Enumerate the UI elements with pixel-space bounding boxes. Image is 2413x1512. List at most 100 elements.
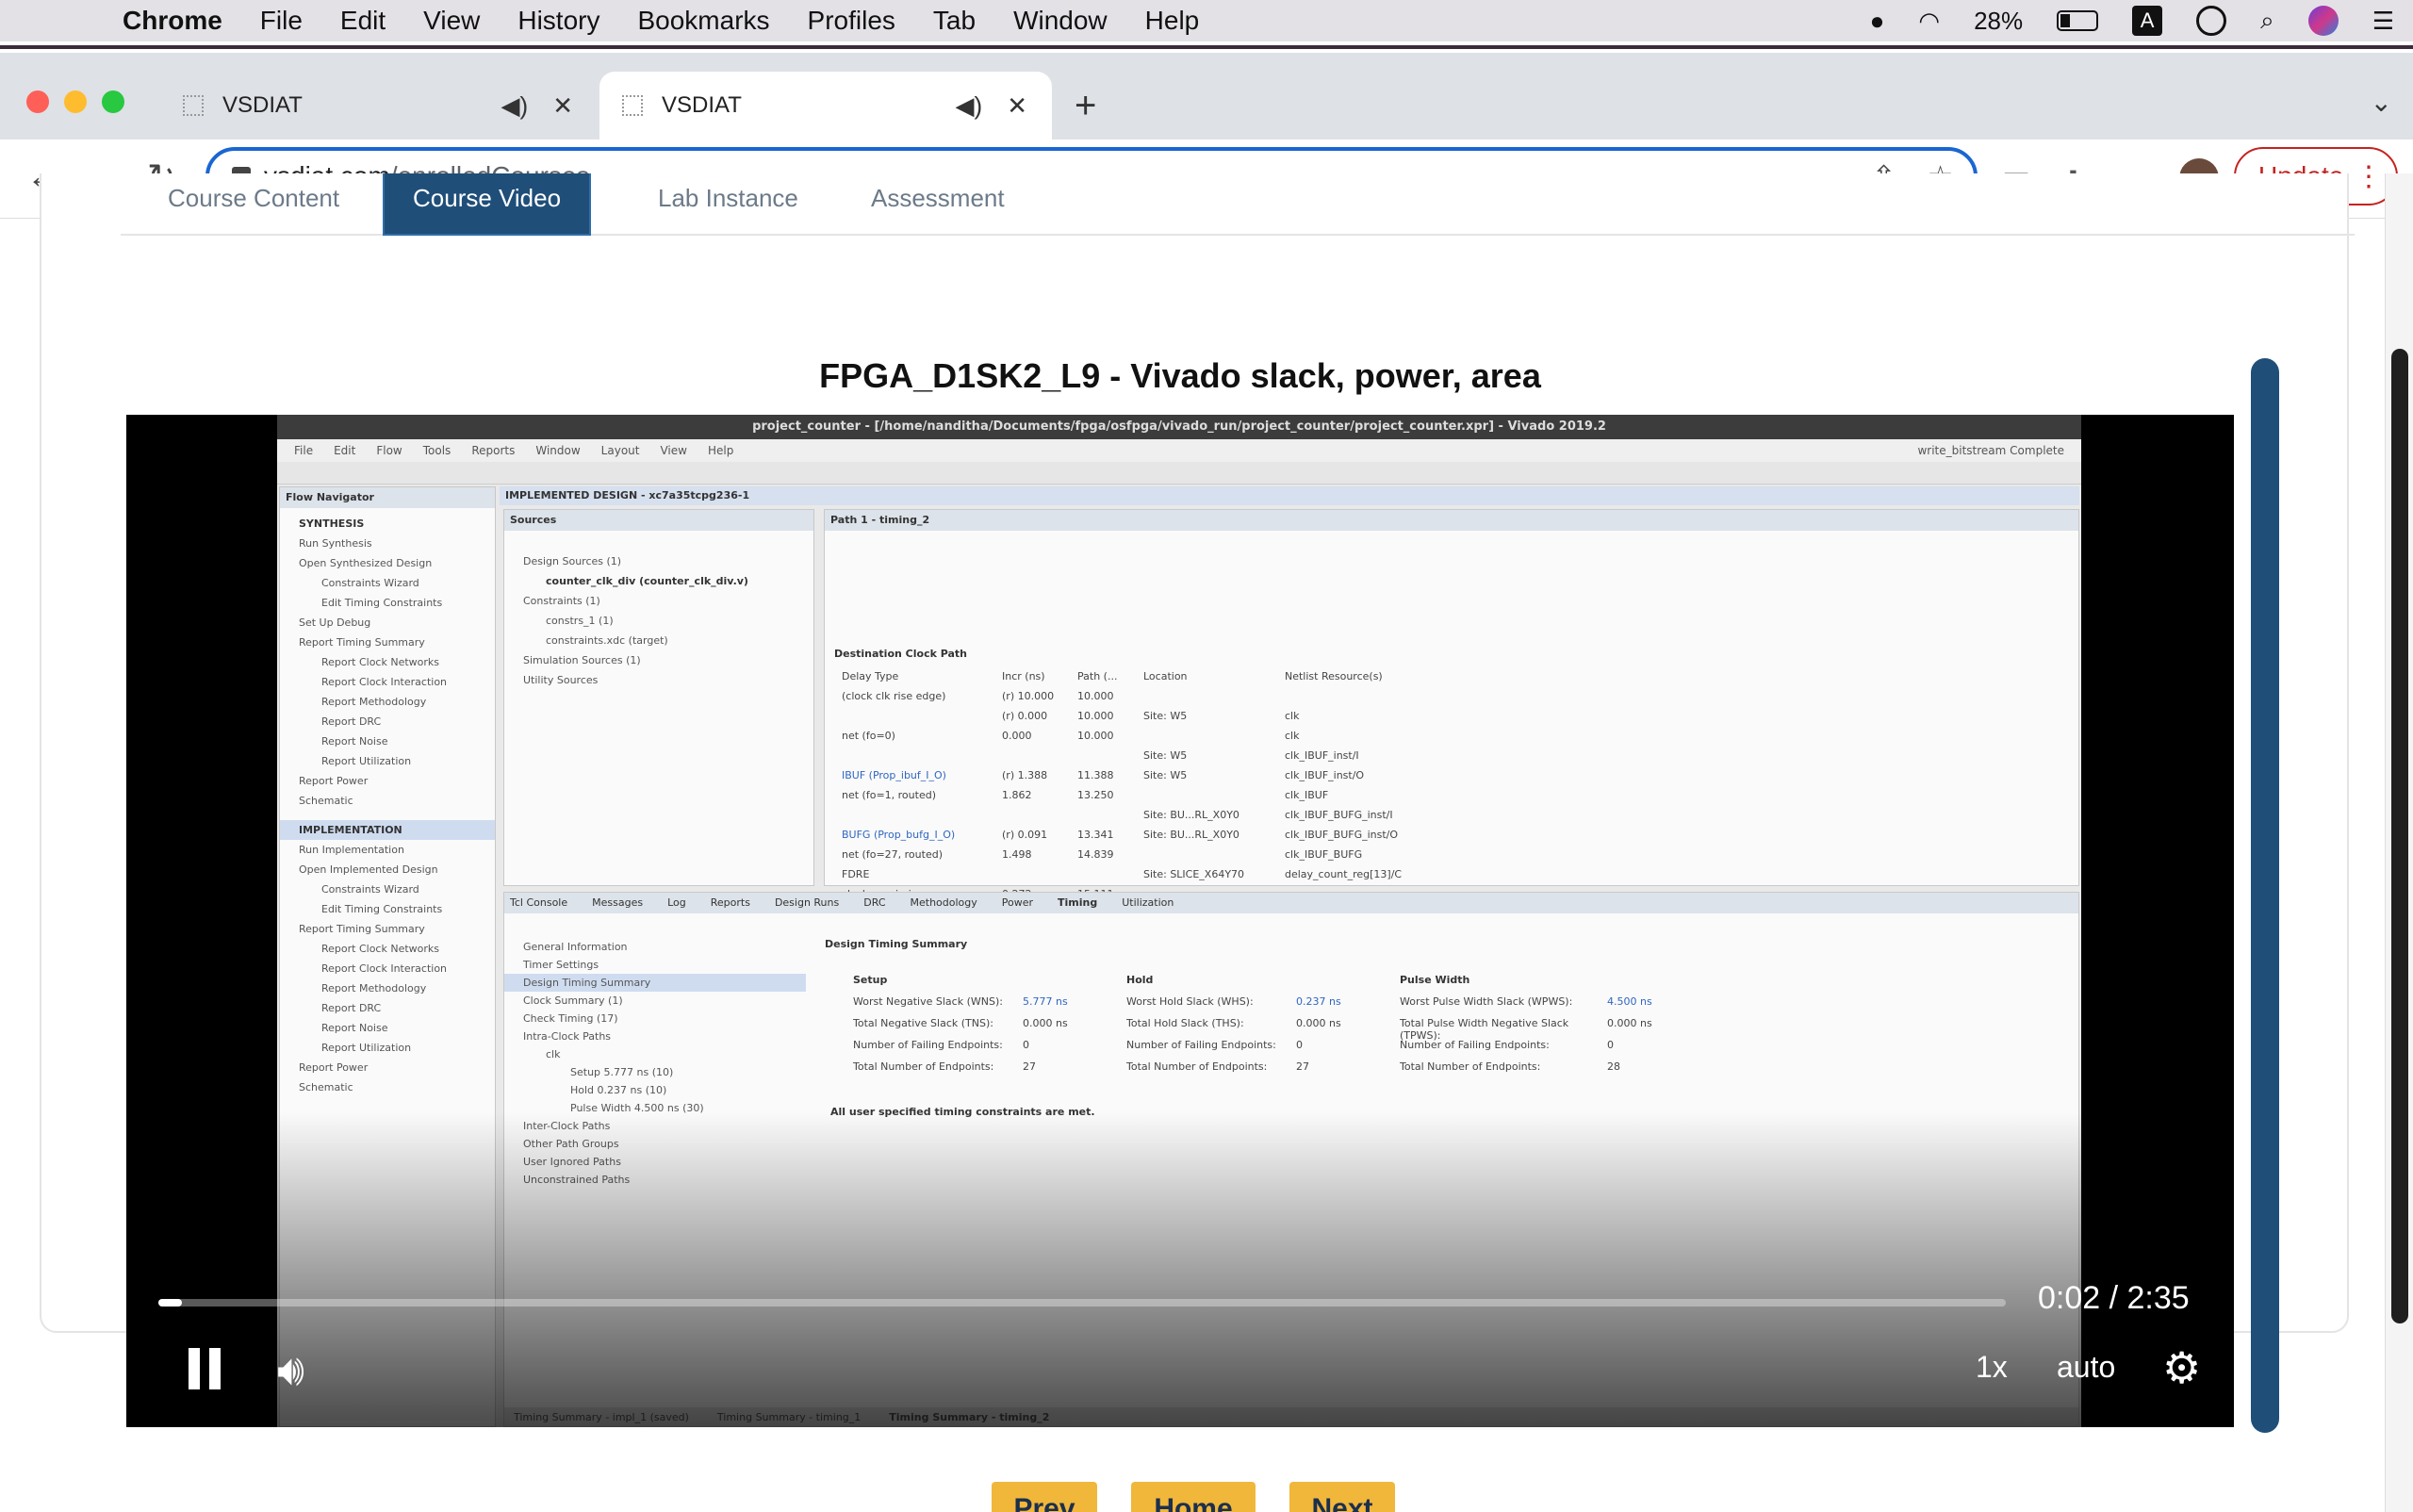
path-table: Delay Type Incr (ns) Path (... Location Netl… <box>842 666 1879 904</box>
console-tab: Tcl Console <box>510 896 568 909</box>
path-table-cell: IBUF (Prop_ibuf_I_O) <box>842 769 946 781</box>
tab-assessment[interactable]: Assessment <box>843 173 1033 236</box>
screen-time-icon[interactable] <box>2196 6 2227 36</box>
menu-app-name[interactable]: Chrome <box>104 6 241 36</box>
flow-nav-item: Run Implementation <box>299 844 404 856</box>
tab-course-video[interactable]: Course Video <box>383 173 592 236</box>
menu-view[interactable]: View <box>404 6 499 36</box>
flow-nav-item: Report Utilization <box>321 755 412 767</box>
video-player[interactable]: project_counter - [/home/nanditha/Docume… <box>126 415 2234 1427</box>
tab-close-icon[interactable]: ✕ <box>552 91 573 121</box>
pulse-summary: Pulse Width Worst Pulse Width Slack (WPW… <box>1400 974 1652 1082</box>
path-table-row: net (fo=0) 0.000 10.000 clk <box>842 726 1879 746</box>
tab-audio-icon[interactable]: ◀) <box>956 91 983 121</box>
flow-navigator-list: SYNTHESIS Run Synthesis Open Synthesized D… <box>280 514 495 1097</box>
sources-tree-item: Constraints (1) <box>523 595 600 607</box>
pause-button[interactable] <box>189 1348 222 1389</box>
minimize-window-button[interactable] <box>64 90 87 113</box>
menu-edit[interactable]: Edit <box>321 6 404 36</box>
volume-icon[interactable]: 🔊︎ <box>277 1344 304 1397</box>
tab-audio-icon[interactable]: ◀) <box>501 91 529 121</box>
flow-navigator-title: Flow Navigator <box>280 487 495 508</box>
flow-nav-item: Report Clock Networks <box>321 656 440 668</box>
path-table-cell: 10.000 <box>1077 730 1114 742</box>
path-table-cell: clk_IBUF_BUFG_inst/O <box>1285 829 1399 841</box>
tab-lab-instance[interactable]: Lab Instance <box>630 173 827 236</box>
pulse-summary-value: 28 <box>1607 1060 1620 1073</box>
menu-tab[interactable]: Tab <box>914 6 994 36</box>
hold-summary-value: 0.000 ns <box>1296 1017 1341 1029</box>
flow-nav-item: Report Power <box>299 775 369 787</box>
prev-button[interactable]: Prev <box>992 1482 1097 1512</box>
browser-tab-2[interactable]: VSDIAT ◀) ✕ <box>599 72 1052 140</box>
sources-tree-item: Utility Sources <box>523 674 599 686</box>
battery-percent: 28% <box>1974 6 2024 35</box>
next-button[interactable]: Next <box>1289 1482 1395 1512</box>
video-time: 0:02 / 2:35 <box>2038 1280 2190 1316</box>
path-table-row: Site: BU...RL_X0Y0 clk_IBUF_BUFG_inst/I <box>842 805 1879 825</box>
hold-summary-value: 0 <box>1296 1039 1303 1051</box>
menu-bookmarks[interactable]: Bookmarks <box>618 6 788 36</box>
sources-tree-item: Simulation Sources (1) <box>523 654 641 666</box>
flow-nav-item: Run Synthesis <box>299 537 372 550</box>
spotlight-search-icon[interactable]: ⌕ <box>2260 6 2274 36</box>
path-table-cell: 10.000 <box>1077 710 1114 722</box>
timing-tree-item: Hold 0.237 ns (10) <box>570 1084 667 1096</box>
menu-history[interactable]: History <box>499 6 618 36</box>
playback-speed-button[interactable]: 1x <box>1976 1350 2008 1385</box>
browser-tab-1[interactable]: VSDIAT ◀) ✕ <box>160 72 598 140</box>
menu-profiles[interactable]: Profiles <box>789 6 914 36</box>
course-tabs: Course Content Course Video Lab Instance… <box>121 173 2355 236</box>
scrollbar-thumb[interactable] <box>2391 349 2408 1323</box>
flow-nav-item: Report Timing Summary <box>299 636 425 649</box>
path-table-cell: 14.839 <box>1077 848 1114 861</box>
timing-tree-item: Check Timing (17) <box>523 1012 618 1025</box>
vivado-sources-panel: Sources Design Sources (1) counter_clk_di… <box>503 509 814 886</box>
path-table-cell: clk_IBUF_BUFG_inst/I <box>1285 809 1393 821</box>
menu-help[interactable]: Help <box>1126 6 1219 36</box>
tab-course-content[interactable]: Course Content <box>140 173 368 236</box>
pulse-summary-row: Number of Failing Endpoints: 0 <box>1400 1039 1652 1060</box>
tab-title: VSDIAT <box>222 92 303 118</box>
tab-close-icon[interactable]: ✕ <box>1007 91 1027 121</box>
hold-summary-row: Total Hold Slack (THS): 0.000 ns <box>1126 1017 1341 1039</box>
menu-file[interactable]: File <box>241 6 321 36</box>
pulse-summary-value: 0.000 ns <box>1607 1017 1652 1029</box>
control-center-icon[interactable]: ☰ <box>2372 7 2394 36</box>
evernote-icon[interactable]: ● <box>1870 7 1885 36</box>
path-table-cell: clk_IBUF_inst/O <box>1285 769 1365 781</box>
hold-summary-key: Worst Hold Slack (WHS): <box>1126 995 1254 1008</box>
path-tab: Path 1 - timing_2 <box>825 510 2078 531</box>
flow-nav-item: Constraints Wizard <box>321 577 419 589</box>
quality-button[interactable]: auto <box>2057 1350 2115 1385</box>
tab-favicon <box>183 95 204 116</box>
video-progress-bar[interactable] <box>158 1299 2006 1307</box>
wifi-icon[interactable]: ◠ <box>1918 7 1940 36</box>
path-table-cell: delay_count_reg[13]/C <box>1285 868 1403 880</box>
sidebar-collapse-strip[interactable] <box>2251 358 2279 1433</box>
tab-search-chevron-icon[interactable]: ⌄ <box>2371 87 2392 118</box>
page-scrollbar[interactable] <box>2385 173 2413 1512</box>
settings-gear-icon[interactable]: ⚙ <box>2162 1342 2201 1393</box>
path-table-cell: 0.000 <box>1002 730 1032 742</box>
setup-summary-value: 5.777 ns <box>1023 995 1068 1008</box>
flow-nav-item: Constraints Wizard <box>321 883 419 896</box>
setup-summary-value: 27 <box>1023 1060 1036 1073</box>
path-table-cell: (clock clk rise edge) <box>842 690 946 702</box>
pulse-summary-key: Worst Pulse Width Slack (WPWS): <box>1400 995 1573 1008</box>
battery-icon[interactable] <box>2057 10 2099 31</box>
input-source-icon[interactable]: A <box>2132 6 2163 36</box>
home-button[interactable]: Home <box>1131 1482 1256 1512</box>
siri-icon[interactable] <box>2307 6 2339 36</box>
zoom-window-button[interactable] <box>102 90 124 113</box>
flow-nav-item: Edit Timing Constraints <box>321 903 443 915</box>
close-window-button[interactable] <box>26 90 49 113</box>
path-table-cell: Location <box>1143 670 1188 682</box>
vivado-window-title: project_counter - [/home/nanditha/Docume… <box>277 415 2081 439</box>
destination-clock-path: Destination Clock Path <box>834 648 968 660</box>
menu-window[interactable]: Window <box>994 6 1126 36</box>
path-table-cell: clk <box>1285 730 1300 742</box>
new-tab-plus-icon[interactable]: + <box>1075 85 1096 127</box>
hold-summary-key: Number of Failing Endpoints: <box>1126 1039 1276 1051</box>
flow-nav-item: Report Clock Interaction <box>321 676 448 688</box>
